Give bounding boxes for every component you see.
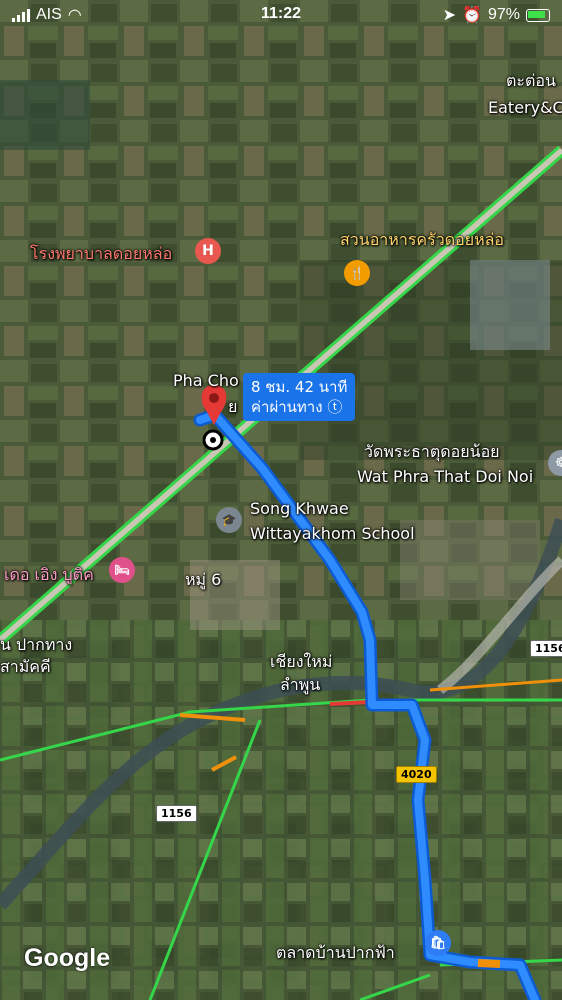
market-label[interactable]: ตลาดบ้านปากฟ้า xyxy=(276,942,395,964)
location-arrow-icon: ➤ xyxy=(442,7,457,24)
hotel-icon[interactable]: 🛏 xyxy=(109,557,135,583)
eatery-label-2[interactable]: Eatery&C xyxy=(488,97,562,119)
route-duration: 8 ชม. 42 นาที xyxy=(251,378,348,396)
temple-en-label[interactable]: Wat Phra That Doi Noi xyxy=(357,466,533,488)
province-label-1: เชียงใหม่ xyxy=(270,652,333,671)
route-toll: ค่าผ่านทาง ⓣ xyxy=(251,398,343,416)
province-label-2: ลำพูน xyxy=(280,675,321,694)
shopping-icon[interactable]: 🛍 xyxy=(425,930,451,956)
battery-percent: 97% xyxy=(487,6,520,23)
route-duration-badge[interactable]: 8 ชม. 42 นาที ค่าผ่านทาง ⓣ xyxy=(243,373,356,421)
alarm-icon: ⏰ xyxy=(462,7,482,24)
school-label-1[interactable]: Song Khwae xyxy=(250,498,349,520)
school-label-2[interactable]: Wittayakhom School xyxy=(250,523,415,545)
pha-cho-label[interactable]: Pha Cho xyxy=(173,370,239,392)
origin-marker[interactable] xyxy=(202,429,224,451)
road-shield-4020[interactable]: 4020 xyxy=(396,766,437,783)
status-bar: AIS ◠ 11:22 ➤ ⏰ 97% xyxy=(0,0,562,30)
road-shield-1156-left[interactable]: 1156 xyxy=(156,805,197,822)
pakthang-label-1[interactable]: น ปากทาง xyxy=(0,634,72,656)
pakthang-label-2[interactable]: สามัคคี xyxy=(0,656,51,678)
eatery-label-1[interactable]: ตะต่อน xyxy=(506,70,556,92)
restaurant-label[interactable]: สวนอาหารครัวดอยหล่อ xyxy=(340,229,504,251)
hospital-icon[interactable]: H xyxy=(195,238,221,264)
hospital-label[interactable]: โรงพยาบาลดอยหล่อ xyxy=(30,243,172,265)
temple-thai-label[interactable]: วัดพระธาตุดอยน้อย xyxy=(364,441,500,463)
battery-icon xyxy=(526,8,550,22)
road-shield-1156-right[interactable]: 1156 xyxy=(530,640,562,657)
google-logo: Google xyxy=(24,944,111,972)
pha-cho-label-tail: ย xyxy=(228,397,238,416)
hotel-label[interactable]: เดอ เอิง บูติค xyxy=(4,564,94,586)
status-right: ➤ ⏰ 97% xyxy=(443,5,550,25)
moo6-label[interactable]: หมู่ 6 xyxy=(185,569,221,591)
restaurant-icon[interactable]: 🍴 xyxy=(344,260,370,286)
school-icon[interactable]: 🎓 xyxy=(216,507,242,533)
